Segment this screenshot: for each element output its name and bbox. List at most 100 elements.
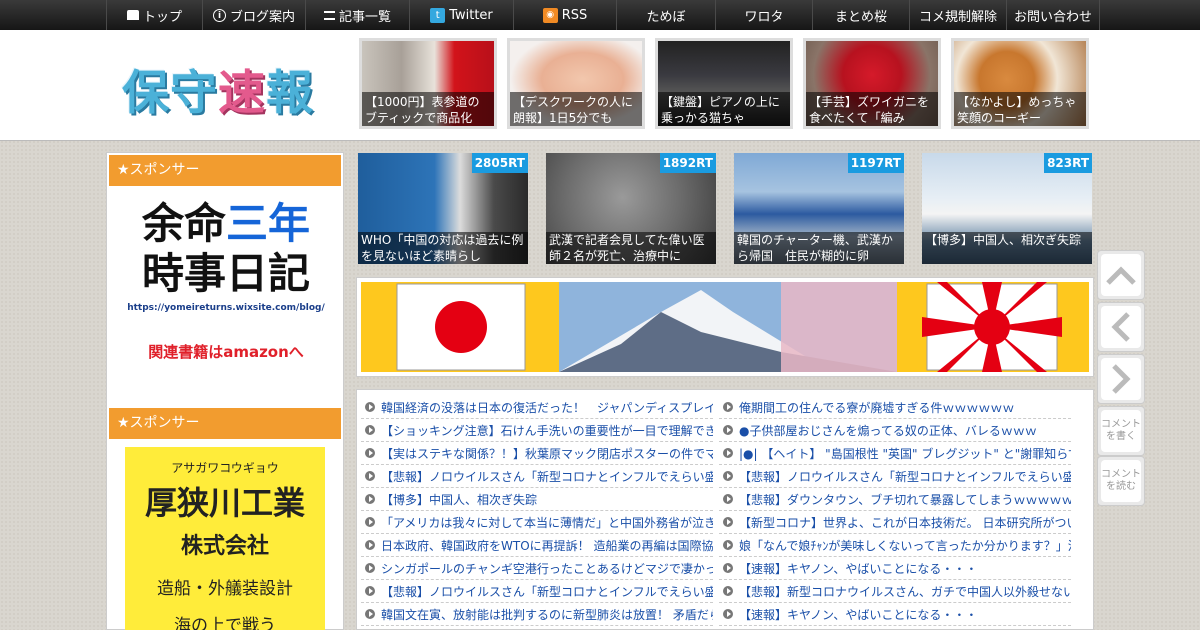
list-item[interactable]: 【実はステキな関係？！】秋葉原マック閉店ポスターの件でマ xyxy=(361,442,713,465)
nav-tamebo[interactable]: ためぼ xyxy=(616,0,715,30)
article-list-right: 俺期間工の住んでる寮が廃墟すぎる件ｗｗｗｗｗｗ ●子供部屋おじさんを煽ってる奴の正… xyxy=(719,396,1071,626)
list-item[interactable]: 韓国経済の没落は日本の復活だった！ ジャパンディスプレイ xyxy=(361,396,713,419)
list-item[interactable]: ●子供部屋おじさんを煽ってる奴の正体、バレるｗｗｗ xyxy=(719,419,1071,442)
amazon-link[interactable]: 関連書籍はamazonへ xyxy=(117,341,335,362)
scroll-top-button[interactable] xyxy=(1097,250,1145,300)
bullet-arrow-icon xyxy=(723,540,733,550)
list-item[interactable]: 娘「なんで娘ﾁｬﾝが美味しくないって言ったか分かります？」汝 xyxy=(719,534,1071,557)
list-item-title: 【速報】キヤノン、やばいことになる・・・ xyxy=(739,607,978,622)
list-item[interactable]: 【新型コロナ】世界よ、これが日本技術だ。 日本研究所がつい xyxy=(719,511,1071,534)
banner-image xyxy=(396,282,1062,372)
list-item-title: ●子供部屋おじさんを煽ってる奴の正体、バレるｗｗｗ xyxy=(739,423,1037,438)
list-item[interactable]: 【悲報】ダウンタウン、ブチ切れて暴露してしまうｗｗｗｗｗ xyxy=(719,488,1071,511)
list-item[interactable]: 【悲報】ノロウイルスさん「新型コロナとインフルでえらい盛 xyxy=(361,580,713,603)
nav-contact[interactable]: お問い合わせ xyxy=(1006,0,1100,30)
list-item-title: 韓国経済の没落は日本の復活だった！ ジャパンディスプレイ xyxy=(381,400,713,415)
rt-card[interactable]: 823RT 【博多】中国人、相次ぎ失踪 xyxy=(922,153,1092,264)
header-thumb[interactable]: 【デスクワークの人に朗報】1日5分でも xyxy=(507,38,645,129)
rt-card[interactable]: 2805RT WHO「中国の対応は過去に例を見ないほど素晴らし xyxy=(358,153,528,264)
bullet-arrow-icon xyxy=(365,448,375,458)
rt-count-badge: 823RT xyxy=(1044,153,1092,173)
list-item[interactable]: 【悲報】ノロウイルスさん「新型コロナとインフルでえらい盛 xyxy=(719,465,1071,488)
chevron-right-icon xyxy=(1112,364,1131,394)
site-logo[interactable]: 保守速報 xyxy=(122,54,314,123)
list-item[interactable]: 【速報】キヤノン、やばいことになる・・・ xyxy=(719,603,1071,626)
bullet-arrow-icon xyxy=(365,425,375,435)
bullet-arrow-icon xyxy=(365,540,375,550)
rss-icon: ◉ xyxy=(542,7,558,23)
bullet-arrow-icon xyxy=(365,494,375,504)
bullet-arrow-icon xyxy=(723,471,733,481)
bullet-arrow-icon xyxy=(365,402,375,412)
forward-button[interactable] xyxy=(1097,354,1145,404)
nav-comment-unblock[interactable]: コメ規制解除 xyxy=(909,0,1006,30)
bullet-arrow-icon xyxy=(723,517,733,527)
list-item[interactable]: 【悲報】ノロウイルスさん「新型コロナとインフルでえらい盛 xyxy=(361,465,713,488)
nav-rss[interactable]: ◉ RSS xyxy=(513,0,616,30)
list-item[interactable]: 「アメリカは我々に対して本当に薄情だ」と中国外務省が泣き xyxy=(361,511,713,534)
sponsor-ad-asagawa[interactable]: アサガワコウギョウ 厚狭川工業 株式会社 造船・外艤装設計 海の上で戦う xyxy=(125,447,325,630)
bullet-arrow-icon xyxy=(723,448,733,458)
sponsor-ad-yomei[interactable]: 余命三年 時事日記 https://yomeireturns.wixsite.c… xyxy=(117,199,335,389)
rt-count-badge: 1892RT xyxy=(659,153,716,173)
list-item[interactable]: |●| 【ヘイト】 "島国根性 "英国" ブレグジット" と"謝罪知らず xyxy=(719,442,1071,465)
header-thumb[interactable]: 【鍵盤】ピアノの上に乗っかる猫ちゃ xyxy=(655,38,793,129)
list-item-title: 【悲報】新型コロナウイルスさん、ガチで中国人以外殺せない xyxy=(739,584,1071,599)
bullet-arrow-icon xyxy=(723,402,733,412)
read-comment-button[interactable]: コメントを読む xyxy=(1097,456,1145,506)
list-item[interactable]: シンガポールのチャンギ空港行ったことあるけどマジで凄かっ xyxy=(361,557,713,580)
list-item-title: 韓国文在寅、放射能は批判するのに新型肺炎は放置！ 矛盾だら xyxy=(381,607,713,622)
bullet-arrow-icon xyxy=(723,563,733,573)
nav-blog-info[interactable]: i ブログ案内 xyxy=(202,0,305,30)
list-item-title: 日本政府、韓国政府をWTOに再提訴！ 造船業の再編は国際協定 xyxy=(381,538,713,553)
bullet-arrow-icon xyxy=(365,586,375,596)
bullet-arrow-icon xyxy=(723,609,733,619)
bullet-arrow-icon xyxy=(723,494,733,504)
write-comment-button[interactable]: コメントを書く xyxy=(1097,406,1145,456)
list-item-title: 【速報】キヤノン、やばいことになる・・・ xyxy=(739,561,978,576)
sponsor-heading: ★スポンサー xyxy=(109,408,341,439)
list-item-title: 娘「なんで娘ﾁｬﾝが美味しくないって言ったか分かります？」汝 xyxy=(739,538,1071,553)
rt-card[interactable]: 1892RT 武漢で記者会見してた偉い医師２名が死亡、治療中に xyxy=(546,153,716,264)
list-item[interactable]: 日本政府、韓国政府をWTOに再提訴！ 造船業の再編は国際協定 xyxy=(361,534,713,557)
nav-warota[interactable]: ワロタ xyxy=(715,0,812,30)
list-item[interactable]: 【博多】中国人、相次ぎ失踪 xyxy=(361,488,713,511)
list-item[interactable]: 韓国文在寅、放射能は批判するのに新型肺炎は放置！ 矛盾だら xyxy=(361,603,713,626)
header-thumb[interactable]: 【なかよし】めっちゃ笑顔のコーギー xyxy=(951,38,1089,129)
home-icon xyxy=(126,10,139,20)
list-item-title: 俺期間工の住んでる寮が廃墟すぎる件ｗｗｗｗｗｗ xyxy=(739,400,1015,415)
list-item-title: 【実はステキな関係？！】秋葉原マック閉店ポスターの件でマ xyxy=(381,446,713,461)
bullet-arrow-icon xyxy=(365,609,375,619)
rt-count-badge: 1197RT xyxy=(847,153,904,173)
rt-card[interactable]: 1197RT 韓国のチャーター機、武漢から帰国 住民が糊的に卵 xyxy=(734,153,904,264)
article-list-panel: 韓国経済の没落は日本の復活だった！ ジャパンディスプレイ 【ショッキング注意】石け… xyxy=(356,389,1094,630)
list-item[interactable]: 【速報】キヤノン、やばいことになる・・・ xyxy=(719,557,1071,580)
sidebar: ★スポンサー 余命三年 時事日記 https://yomeireturns.wi… xyxy=(106,152,344,630)
list-item-title: 「アメリカは我々に対して本当に薄情だ」と中国外務省が泣き xyxy=(381,515,713,530)
sponsor-heading: ★スポンサー xyxy=(109,155,341,186)
bullet-arrow-icon xyxy=(365,517,375,527)
list-icon xyxy=(323,10,335,20)
nav-article-list[interactable]: 記事一覧 xyxy=(305,0,409,30)
list-item-title: 【ショッキング注意】石けん手洗いの重要性が一目で理解でき xyxy=(381,423,713,438)
header-thumb[interactable]: 【手芸】ズワイガニを食べたくて「編み xyxy=(803,38,941,129)
bullet-arrow-icon xyxy=(365,471,375,481)
list-item[interactable]: 俺期間工の住んでる寮が廃墟すぎる件ｗｗｗｗｗｗ xyxy=(719,396,1071,419)
list-item-title: |●| 【ヘイト】 "島国根性 "英国" ブレグジット" と"謝罪知らず xyxy=(739,446,1071,461)
list-item-title: 【博多】中国人、相次ぎ失踪 xyxy=(381,492,538,507)
banner-ad[interactable] xyxy=(356,277,1094,377)
list-item[interactable]: 【ショッキング注意】石けん手洗いの重要性が一目で理解でき xyxy=(361,419,713,442)
nav-top[interactable]: トップ xyxy=(106,0,202,30)
list-item-title: 【悲報】ノロウイルスさん「新型コロナとインフルでえらい盛 xyxy=(381,469,713,484)
header-thumb[interactable]: 【1000円】表参道のブティックで商品化 xyxy=(359,38,497,129)
back-button[interactable] xyxy=(1097,302,1145,352)
article-list-left: 韓国経済の没落は日本の復活だった！ ジャパンディスプレイ 【ショッキング注意】石け… xyxy=(361,396,713,626)
list-item[interactable]: 【悲報】新型コロナウイルスさん、ガチで中国人以外殺せない xyxy=(719,580,1071,603)
list-item-title: 【悲報】ダウンタウン、ブチ切れて暴露してしまうｗｗｗｗｗ xyxy=(739,492,1071,507)
list-item-title: 【悲報】ノロウイルスさん「新型コロナとインフルでえらい盛 xyxy=(381,584,713,599)
list-item-title: 【悲報】ノロウイルスさん「新型コロナとインフルでえらい盛 xyxy=(739,469,1071,484)
rt-count-badge: 2805RT xyxy=(471,153,528,173)
nav-matome-sakura[interactable]: まとめ桜 xyxy=(812,0,909,30)
nav-twitter[interactable]: t Twitter xyxy=(409,0,513,30)
chevron-up-icon xyxy=(1106,266,1136,285)
